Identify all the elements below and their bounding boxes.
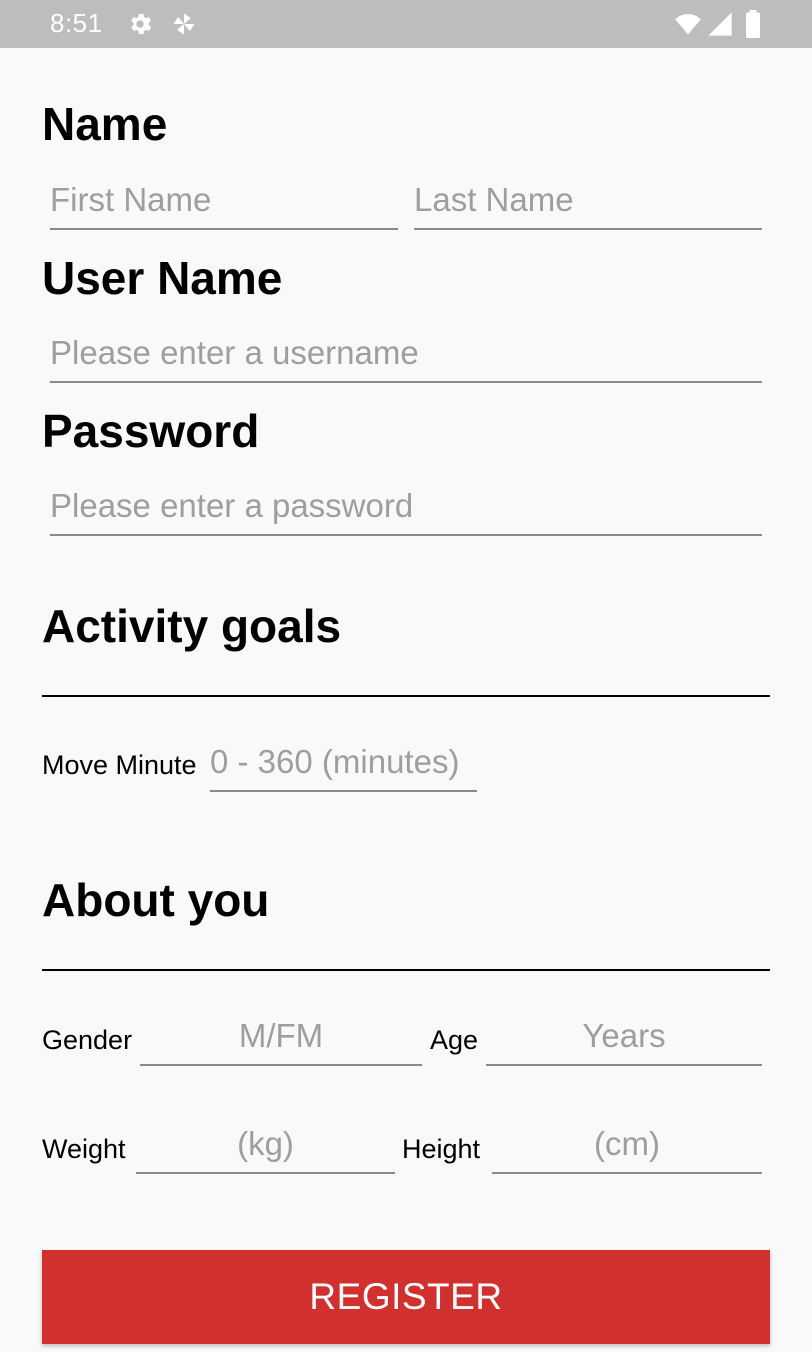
weight-label: Weight — [42, 1134, 126, 1164]
about-divider — [42, 969, 770, 971]
register-button[interactable]: REGISTER — [42, 1250, 770, 1344]
gender-input[interactable] — [140, 1014, 422, 1066]
height-label: Height — [402, 1134, 481, 1164]
password-input[interactable] — [50, 484, 762, 536]
height-input[interactable] — [492, 1122, 762, 1174]
username-label: User Name — [42, 252, 283, 304]
wifi-icon — [675, 13, 701, 35]
username-input[interactable] — [50, 331, 762, 383]
move-minute-label: Move Minute — [42, 750, 197, 780]
status-time: 8:51 — [50, 8, 103, 38]
battery-icon — [746, 10, 760, 38]
age-label: Age — [430, 1025, 479, 1055]
age-input[interactable] — [486, 1014, 762, 1066]
status-bar: 8:51 — [0, 0, 812, 48]
name-label: Name — [42, 98, 168, 150]
weight-input[interactable] — [136, 1122, 395, 1174]
gear-icon — [131, 13, 152, 35]
password-label: Password — [42, 405, 260, 457]
first-name-input[interactable] — [50, 178, 398, 230]
about-you-heading: About you — [42, 874, 270, 926]
gender-label: Gender — [42, 1025, 133, 1055]
activity-goals-heading: Activity goals — [42, 600, 342, 652]
signal-icon — [708, 12, 732, 36]
pinwheel-icon — [173, 13, 195, 35]
activity-divider — [42, 695, 770, 697]
move-minute-input[interactable] — [210, 740, 477, 792]
last-name-input[interactable] — [414, 178, 762, 230]
